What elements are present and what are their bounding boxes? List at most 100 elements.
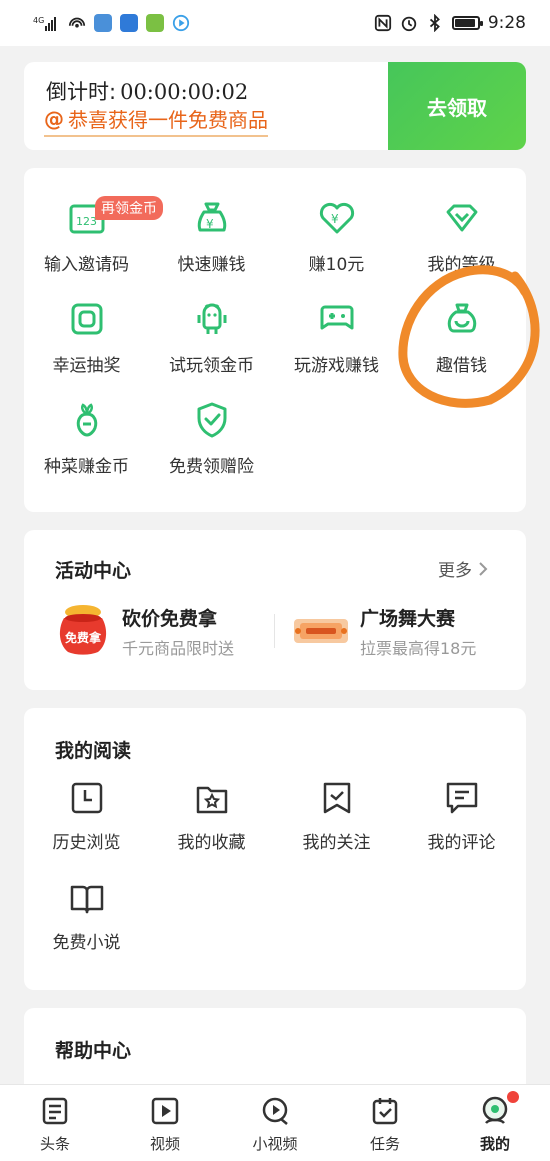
play-app-icon <box>172 14 190 32</box>
gamepad-icon <box>320 305 353 330</box>
nav-label: 我的 <box>479 1135 510 1153</box>
open-book-icon <box>70 885 103 914</box>
reading-item-comments[interactable]: 我的评论 <box>399 780 524 853</box>
diamond-level-icon <box>446 204 477 232</box>
reading-label: 免费小说 <box>52 933 121 953</box>
bookmark-check-icon <box>323 782 350 814</box>
reading-label: 历史浏览 <box>52 833 121 853</box>
news-icon <box>42 1097 68 1125</box>
reading-label: 我的评论 <box>427 833 496 853</box>
insurance-shield-icon <box>197 402 226 438</box>
congrats-message: @ 恭喜获得一件免费商品 <box>44 104 268 137</box>
activity-bargain-title: 砍价免费拿 <box>122 607 218 630</box>
svg-text:4G: 4G <box>33 16 44 25</box>
grid-item-trial-coins[interactable]: 试玩领金币 <box>149 299 274 376</box>
nav-mine[interactable]: 我的 <box>440 1091 550 1154</box>
claim-button[interactable]: 去领取 <box>388 62 526 150</box>
grid-item-lucky-draw[interactable]: 幸运抽奖 <box>24 299 149 376</box>
countdown-value: 00:00:00:02 <box>120 80 249 104</box>
vegetable-icon <box>76 403 97 437</box>
app-screen: 4G 9:28 倒计时: 00:00:00:02 @ 恭喜获得一件免费商品 去领… <box>0 0 550 1161</box>
grid-label: 我的等级 <box>427 255 496 275</box>
nav-video[interactable]: 视频 <box>110 1095 220 1154</box>
reading-item-history[interactable]: 历史浏览 <box>24 780 149 853</box>
chevron-right-icon <box>479 561 488 576</box>
activity-divider <box>274 614 275 648</box>
status-left: 4G <box>30 14 190 32</box>
status-right: 9:28 <box>374 13 526 33</box>
activity-square-dance-title: 广场舞大赛 <box>360 607 456 630</box>
activity-title: 活动中心 <box>55 560 132 582</box>
congrats-text: 恭喜获得一件免费商品 <box>68 108 268 132</box>
reading-item-following[interactable]: 我的关注 <box>274 780 399 853</box>
grid-label: 趣借钱 <box>436 356 487 376</box>
grid-label: 免费领赠险 <box>169 457 254 477</box>
short-video-icon <box>262 1097 288 1125</box>
activity-bargain-text: 砍价免费拿 千元商品限时送 <box>122 604 234 659</box>
grid-label: 输入邀请码 <box>44 255 129 275</box>
profile-icon <box>482 1096 508 1124</box>
nav-label: 视频 <box>149 1135 180 1153</box>
activity-bargain-sub: 千元商品限时送 <box>122 638 235 658</box>
activity-square-dance[interactable]: 广场舞大赛 拉票最高得18元 <box>292 600 476 662</box>
grid-item-fun-loan[interactable]: 趣借钱 <box>399 299 524 376</box>
clock-icon <box>71 782 102 814</box>
alarm-icon <box>401 16 417 32</box>
nav-label: 小视频 <box>252 1135 298 1153</box>
grid-label: 种菜赚金币 <box>44 457 129 477</box>
green-app-icon <box>146 14 164 32</box>
countdown: 倒计时: 00:00:00:02 <box>46 76 248 106</box>
video-play-icon <box>151 1097 179 1125</box>
nav-headlines[interactable]: 头条 <box>0 1095 110 1154</box>
yen-heart-icon: ¥ <box>319 202 354 234</box>
grid-item-quick-earn[interactable]: ¥ 快速赚钱 <box>149 198 274 275</box>
grid-item-grow-vegetables[interactable]: 种菜赚金币 <box>24 400 149 477</box>
more-label: 更多 <box>438 561 472 581</box>
bluetooth-icon <box>429 14 440 32</box>
star-folder-icon <box>196 786 227 814</box>
weather-app-icon <box>94 14 112 32</box>
square-dance-banner-icon <box>294 619 348 643</box>
comment-icon <box>446 782 477 814</box>
grid-label: 快速赚钱 <box>177 255 246 275</box>
grid-item-play-games[interactable]: 玩游戏赚钱 <box>274 299 399 376</box>
svg-text:免费拿: 免费拿 <box>65 630 102 645</box>
grid-label: 赚10元 <box>308 255 365 275</box>
activity-center: 活动中心 更多 免费拿 砍价免费拿 千元商品限时送 广场舞大赛 拉票最高得18元 <box>24 530 526 690</box>
grid-label: 试玩领金币 <box>169 356 254 376</box>
clock-time: 9:28 <box>487 13 526 33</box>
reading-item-favorites[interactable]: 我的收藏 <box>149 780 274 853</box>
reading-title: 我的阅读 <box>55 740 132 762</box>
my-reading: 我的阅读 历史浏览 我的收藏 我的关注 我的评论 免费小说 <box>24 708 526 990</box>
notification-dot <box>507 1091 519 1103</box>
activity-more-link[interactable]: 更多 <box>438 556 488 581</box>
grid-item-free-insurance[interactable]: 免费领赠险 <box>149 400 274 477</box>
nav-label: 任务 <box>369 1135 400 1153</box>
nfc-icon <box>374 14 391 32</box>
features-grid: 123 再领金币 输入邀请码 ¥ 快速赚钱 ¥ 赚10元 我的等级 幸运抽奖 试… <box>24 168 526 512</box>
nav-tasks[interactable]: 任务 <box>330 1095 440 1154</box>
activity-bargain[interactable]: 免费拿 砍价免费拿 千元商品限时送 <box>54 600 234 662</box>
reading-label: 我的关注 <box>302 833 371 853</box>
bottom-nav: 头条 视频 小视频 任务 我的 <box>0 1084 550 1161</box>
activity-square-dance-text: 广场舞大赛 拉票最高得18元 <box>360 604 476 659</box>
grid-label: 玩游戏赚钱 <box>294 356 379 376</box>
svg-text:¥: ¥ <box>331 212 339 226</box>
signal-icon: 4G <box>33 16 56 31</box>
grid-item-earn-10[interactable]: ¥ 赚10元 <box>274 198 399 275</box>
nav-label: 头条 <box>39 1135 70 1153</box>
svg-text:¥: ¥ <box>206 217 214 231</box>
nav-short-video[interactable]: 小视频 <box>220 1095 330 1154</box>
free-take-bag-icon: 免费拿 <box>59 605 107 655</box>
lottery-icon <box>71 303 102 335</box>
grid-label: 幸运抽奖 <box>52 356 121 376</box>
reading-item-free-novels[interactable]: 免费小说 <box>24 880 149 953</box>
activity-square-dance-sub: 拉票最高得18元 <box>360 638 477 658</box>
grid-item-invite-code[interactable]: 123 再领金币 输入邀请码 <box>24 196 163 275</box>
help-title: 帮助中心 <box>55 1040 132 1062</box>
grid-item-my-level[interactable]: 我的等级 <box>399 198 524 275</box>
hotspot-icon <box>68 17 86 28</box>
countdown-banner: 倒计时: 00:00:00:02 @ 恭喜获得一件免费商品 去领取 <box>24 62 526 150</box>
svg-text:123: 123 <box>76 215 97 228</box>
money-bag-icon: ¥ <box>197 202 226 232</box>
